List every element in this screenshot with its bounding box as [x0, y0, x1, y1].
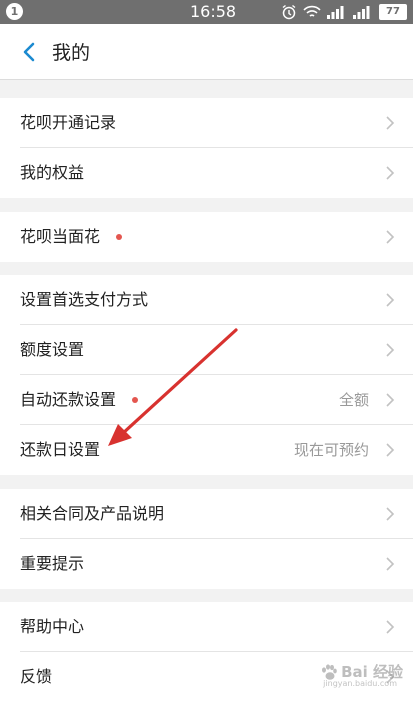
red-dot-badge: [116, 234, 122, 240]
menu-item-label: 设置首选支付方式: [20, 290, 149, 309]
chevron-right-icon: [386, 230, 395, 244]
menu-item-value: 现在可预约: [293, 441, 369, 459]
menu-item-label: 还款日设置: [20, 440, 101, 459]
page-title: 我的: [52, 42, 91, 64]
menu-item-label: 重要提示: [20, 554, 85, 573]
alarm-icon: [282, 4, 296, 20]
menu-item-label: 我的权益: [20, 163, 85, 182]
chevron-right-icon: [386, 343, 395, 357]
signal-icon: [353, 6, 370, 19]
menu-item-label: 自动还款设置: [20, 390, 117, 409]
red-dot-badge: [132, 397, 138, 403]
status-icons: 77: [281, 3, 407, 21]
menu-item-preferred-payment[interactable]: 设置首选支付方式: [0, 275, 413, 325]
menu-item-label: 相关合同及产品说明: [20, 504, 165, 523]
chevron-left-icon[interactable]: [18, 40, 42, 64]
watermark-url: jingyan.baidu.com: [323, 679, 397, 688]
chevron-right-icon: [386, 293, 395, 307]
menu-item-help-center[interactable]: 帮助中心: [0, 602, 413, 652]
chevron-right-icon: [386, 166, 395, 180]
menu-item-label: 花呗当面花: [20, 227, 101, 246]
menu-item-huabei-face-to-face[interactable]: 花呗当面花: [0, 212, 413, 262]
chevron-right-icon: [386, 507, 395, 521]
menu-item-huabei-open-records[interactable]: 花呗开通记录: [0, 98, 413, 148]
menu-item-credit-limit-settings[interactable]: 额度设置: [0, 325, 413, 375]
notification-badge: 1: [6, 3, 23, 20]
chevron-right-icon: [386, 557, 395, 571]
status-time: 16:58: [190, 2, 237, 21]
chevron-right-icon: [386, 116, 395, 130]
signal-icon: [327, 6, 344, 19]
menu-item-contracts-and-product-info[interactable]: 相关合同及产品说明: [0, 489, 413, 539]
wifi-icon: [303, 5, 321, 17]
menu-item-label: 额度设置: [20, 340, 85, 359]
menu-item-label: 反馈: [20, 667, 53, 686]
menu-item-label: 花呗开通记录: [20, 113, 117, 132]
menu-item-important-notice[interactable]: 重要提示: [0, 539, 413, 589]
menu-item-auto-repay-settings[interactable]: 自动还款设置 全额: [0, 375, 413, 425]
nav-bar: 我的: [0, 24, 413, 80]
menu-item-value: 全额: [338, 391, 369, 409]
menu-item-my-benefits[interactable]: 我的权益: [0, 148, 413, 198]
status-bar: 1 16:58 77: [0, 0, 413, 24]
chevron-right-icon: [386, 443, 395, 457]
menu-item-label: 帮助中心: [20, 617, 85, 636]
chevron-right-icon: [386, 393, 395, 407]
menu-item-repay-day-settings[interactable]: 还款日设置 现在可预约: [0, 425, 413, 475]
battery-icon: 77: [379, 4, 407, 20]
chevron-right-icon: [386, 620, 395, 634]
